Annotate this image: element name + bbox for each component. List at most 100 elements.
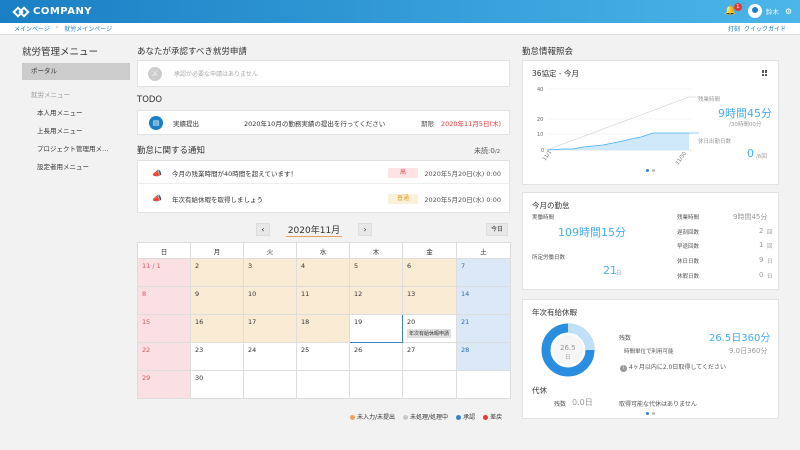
user-name[interactable]: 鈴木 <box>766 6 779 16</box>
usable-label: 時間単位で利用可能 <box>624 349 674 355</box>
unread-total: /2 <box>494 149 501 155</box>
stat-unit: 日 <box>767 259 773 265</box>
paid-leave-card: 年次有給休暇 26.5 日 残数 26.5日360分 時間単位で利用可能 9.0… <box>522 299 779 419</box>
month-label: 2020年11月 <box>270 223 358 237</box>
holiday-work-limit: /6回 <box>756 154 767 160</box>
todo-card[interactable]: ▤ 実績提出 2020年10月の勤務実績の提出を行ってください 期限 2020年… <box>137 110 510 135</box>
sidebar-item-portal[interactable]: ポータル <box>22 63 130 80</box>
notice-item[interactable]: 📣 今月の残業時間が40時間を超えています！ 高 2020年5月20日(水) 0… <box>138 163 509 184</box>
notice-item[interactable]: 📣 年次有給休暇を取得しましょう 普通 2020年5月20日(水) 0:00 <box>138 188 509 209</box>
calendar-day[interactable]: 16 <box>190 314 244 343</box>
notice-date: 2020年5月20日(水) 0:00 <box>424 170 501 178</box>
stat-value: 1 <box>759 241 764 249</box>
company-logo[interactable]: COMPANY <box>12 5 92 18</box>
calendar-day[interactable]: 15 <box>137 314 191 343</box>
stat-unit: 日 <box>767 274 773 280</box>
calendar-day[interactable]: 6 <box>402 258 457 287</box>
stat-label: 休日日数 <box>677 259 700 265</box>
calendar-day[interactable]: 13 <box>402 286 457 315</box>
legend-label: 未処理/処理中 <box>410 414 449 421</box>
calendar-day[interactable]: 24 <box>243 342 297 371</box>
calendar-day[interactable]: 18 <box>296 314 350 343</box>
approvals-card: ⚔ 承認が必要な申請はありません <box>137 60 510 87</box>
breadcrumb-work-main[interactable]: 就労メインページ <box>64 24 112 33</box>
calendar-day-empty <box>349 370 403 399</box>
approvals-title: あなたが承認すべき就労申請 <box>137 47 247 57</box>
today-button[interactable]: 今日 <box>486 223 508 236</box>
calendar-day[interactable]: 10 <box>243 286 297 315</box>
calendar-day[interactable]: 30 <box>190 370 244 399</box>
prev-month-button[interactable]: ‹ <box>256 223 270 236</box>
legend-item: 差戻 <box>483 412 502 421</box>
calendar-day[interactable]: 29 <box>137 370 191 399</box>
calendar-day[interactable]: 14 <box>456 286 511 315</box>
sidebar-item-manager[interactable]: 上長用メニュー <box>22 122 130 140</box>
todo-message[interactable]: 2020年10月の勤務実績の提出を行ってください <box>244 118 385 128</box>
gavel-icon: ⚔ <box>148 66 162 81</box>
breadcrumb-separator: › <box>55 24 59 31</box>
todo-title: TODO <box>137 95 163 105</box>
stat-label: 休暇日数 <box>677 274 700 280</box>
stat-unit: 回 <box>767 230 773 236</box>
todo-deadline: 2020年11月5日(木) <box>441 119 502 128</box>
notices-card: 📣 今月の残業時間が40時間を超えています！ 高 2020年5月20日(水) 0… <box>137 160 510 213</box>
calendar-day[interactable]: 22 <box>137 342 191 371</box>
calendar-day[interactable]: 20 年次有給休暇申請 <box>402 314 457 343</box>
calendar-day-empty <box>243 370 297 399</box>
stat-value: 0 <box>759 271 764 279</box>
weekday-tue: 火 <box>243 242 297 259</box>
leave-request-tag[interactable]: 年次有給休暇申請 <box>407 329 452 338</box>
calendar-day-empty <box>296 370 350 399</box>
calendar-day[interactable]: 11 <box>296 286 350 315</box>
notice-date: 2020年5月20日(水) 0:00 <box>424 195 501 204</box>
clock-in-link[interactable]: 打刻 <box>728 24 740 33</box>
calendar-day[interactable]: 25 <box>296 342 350 371</box>
calendar-day[interactable]: 23 <box>190 342 244 371</box>
logo-icon <box>12 5 30 18</box>
calendar-day[interactable]: 8 <box>137 286 191 315</box>
priority-badge: 高 <box>388 168 418 178</box>
sidebar-item-personal[interactable]: 本人用メニュー <box>22 104 130 122</box>
stat-value: 9時間45分 <box>733 213 768 221</box>
daikyu-remain-label: 残数 <box>554 401 567 408</box>
calendar-day[interactable]: 21 <box>456 314 511 343</box>
y-tick: 20 <box>537 117 543 123</box>
breadcrumb-main[interactable]: メインページ <box>14 24 50 33</box>
calendar-day[interactable]: 26 <box>349 342 403 371</box>
calendar-day[interactable]: 2 <box>190 258 244 287</box>
actual-hours-value: 109時間15分 <box>558 226 626 239</box>
calendar-nav: ‹ 2020年11月 › <box>256 223 372 237</box>
calendar-day[interactable]: 4 <box>296 258 350 287</box>
calendar-day-today[interactable]: 19 <box>349 314 403 343</box>
megaphone-icon: 📣 <box>152 168 162 178</box>
sidebar-item-settings[interactable]: 設定者用メニュー <box>22 158 130 176</box>
calendar-day[interactable]: 27 <box>402 342 457 371</box>
calendar-day[interactable]: 9 <box>190 286 244 315</box>
calendar-day[interactable]: 11 / 1 <box>137 258 191 287</box>
settings-gear-icon[interactable]: ⚙ <box>785 7 792 16</box>
calendar-day[interactable]: 7 <box>456 258 511 287</box>
notices-title: 勤怠に関する通知 <box>137 146 206 156</box>
scheduled-days-label: 所定労働日数 <box>532 255 566 261</box>
stat-value: 2 <box>759 227 764 235</box>
calendar-day[interactable]: 5 <box>349 258 403 287</box>
leave-hint-text: 4ヶ月以内に2.0日取得してください <box>629 364 727 371</box>
avatar[interactable] <box>747 4 762 18</box>
stat-label: 残業時間 <box>677 215 700 221</box>
stat-label: 早退回数 <box>677 244 700 250</box>
this-month-card: 今月の勤怠 実働時間 109時間15分 所定労働日数 21 日 残業時間 9時間… <box>522 192 779 290</box>
quick-guide-link[interactable]: クイックガイド <box>744 24 786 33</box>
calendar-day[interactable]: 17 <box>243 314 297 343</box>
next-month-button[interactable]: › <box>358 223 372 236</box>
daikyu-remain-value: 0.0日 <box>572 398 593 407</box>
carousel-dots[interactable] <box>646 412 655 415</box>
carousel-dots[interactable] <box>646 169 655 172</box>
y-tick: 0 <box>541 148 544 154</box>
sidebar-item-project[interactable]: プロジェクト管理用メ… <box>22 140 130 158</box>
calendar-day[interactable]: 28 <box>456 342 511 371</box>
calendar-day[interactable]: 12 <box>349 286 403 315</box>
legend-dot <box>456 415 462 420</box>
priority-badge: 普通 <box>388 193 418 204</box>
notification-bell-icon[interactable]: 🔔 1 <box>725 3 742 16</box>
calendar-day[interactable]: 3 <box>243 258 297 287</box>
